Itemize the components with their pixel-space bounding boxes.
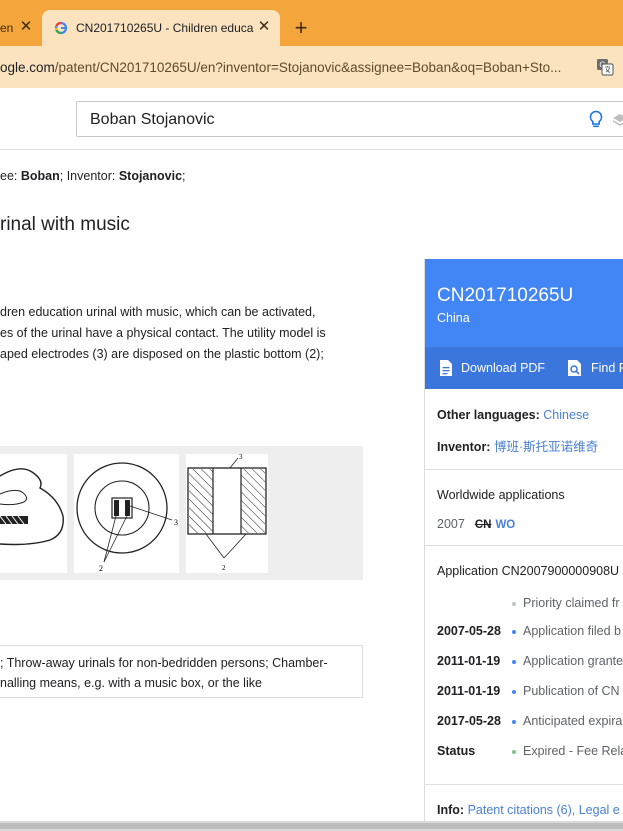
lightbulb-icon[interactable] (588, 110, 604, 130)
event-label[interactable]: Expired - Fee Rela (523, 744, 623, 758)
event-dot (512, 602, 516, 606)
application-heading: Application CN2007900000908U (437, 564, 620, 578)
patent-figure-2[interactable]: 3 2 (74, 454, 179, 573)
patent-figure-1[interactable] (0, 454, 67, 573)
figure-label: 3 (174, 518, 178, 527)
event-date: 2017-05-28 (437, 714, 501, 728)
url-text[interactable]: ogle.com/patent/CN201710265U/en?inventor… (0, 60, 561, 75)
event-label[interactable]: Anticipated expira (523, 714, 622, 728)
search-query-summary: ee: Boban; Inventor: Stojanovic; (0, 169, 186, 183)
event-dot (512, 690, 516, 694)
info-label: Info: (437, 803, 465, 817)
scrollbar-thumb[interactable] (0, 823, 623, 829)
close-tab-icon[interactable]: ✕ (256, 19, 272, 35)
figure-2-drawing: 3 2 (76, 462, 178, 573)
patent-figure-3[interactable]: 3 2 (186, 453, 268, 573)
find-prior-art-button[interactable]: Find P (567, 347, 623, 389)
event-row: Status Expired - Fee Rela (437, 744, 623, 760)
other-languages-label: Other languages: (437, 408, 540, 422)
ww-wo-link[interactable]: WO (495, 519, 515, 531)
event-label[interactable]: Application filed b (523, 624, 621, 638)
new-tab-button[interactable]: + (290, 17, 312, 40)
event-row: 2011-01-19 Publication of CN (437, 684, 623, 700)
event-label[interactable]: Application grante (523, 654, 623, 668)
assignee-prefix: ee: (0, 169, 21, 183)
other-languages-row: Other languages: Chinese (437, 408, 589, 422)
browser-tab-bar: en ✕ CN201710265U - Children educa ✕ + (0, 0, 623, 46)
panel-divider (425, 784, 623, 785)
figure-1-drawing (0, 468, 64, 546)
info-links[interactable]: Patent citations (6), Legal e (468, 803, 620, 817)
publication-country: China (437, 311, 470, 325)
url-path: /patent/CN201710265U/en?inventor=Stojano… (54, 60, 562, 75)
figure-label: 2 (99, 564, 103, 573)
figure-label: 2 (222, 564, 226, 572)
event-date: 2007-05-28 (437, 624, 501, 638)
panel-divider (425, 469, 623, 470)
panel-actions: Download PDF Find P (425, 347, 623, 389)
event-dot (512, 660, 516, 664)
browser-tab-previous[interactable]: en ✕ (0, 10, 40, 46)
query-suffix: ; (182, 169, 186, 183)
layers-icon[interactable] (612, 112, 623, 128)
inventor-value: Stojanovic (118, 169, 183, 183)
abstract-line: dren education urinal with music, which … (0, 305, 316, 319)
ww-year: 2007 (437, 517, 465, 531)
google-favicon-icon (54, 21, 68, 35)
event-row: Priority claimed fr (437, 596, 623, 612)
ww-cn-link[interactable]: CN (475, 519, 492, 531)
inventor-link[interactable]: 博班·斯托亚诺维奇 (494, 440, 598, 454)
event-date: 2011-01-19 (437, 684, 501, 698)
download-pdf-button[interactable]: Download PDF (439, 347, 545, 389)
event-dot (512, 750, 516, 754)
search-box[interactable]: Boban Stojanovic (76, 101, 623, 137)
event-row: 2011-01-19 Application grante (437, 654, 623, 670)
publication-number: CN201710265U (437, 285, 574, 306)
horizontal-scrollbar[interactable] (0, 821, 623, 831)
translate-icon[interactable]: G (596, 58, 614, 76)
close-tab-icon[interactable]: ✕ (18, 19, 34, 35)
event-row: 2017-05-28 Anticipated expira (437, 714, 623, 730)
download-pdf-label: Download PDF (461, 361, 546, 375)
figure-label: 3 (239, 454, 243, 461)
patent-info-panel: CN201710265U China Download PDF Find P O… (424, 259, 623, 831)
patent-title: rinal with music (0, 214, 130, 235)
patent-abstract: dren education urinal with music, which … (0, 302, 350, 365)
assignee-value: Boban (20, 169, 60, 183)
url-domain: ogle.com (0, 60, 55, 75)
find-document-icon (568, 360, 581, 376)
event-dot (512, 630, 516, 634)
event-label[interactable]: Publication of CN (523, 684, 620, 698)
worldwide-applications-row: 2007 CN WO (437, 517, 515, 531)
inventor-label: Inventor: (437, 440, 491, 454)
event-date: Status (437, 744, 476, 758)
pdf-file-icon (440, 360, 452, 376)
figure-3-drawing: 3 2 (187, 453, 267, 572)
patent-figures-strip: 3 2 3 2 (0, 446, 363, 580)
search-input[interactable]: Boban Stojanovic (90, 111, 215, 129)
inventor-row: Inventor: 博班·斯托亚诺维奇 (437, 436, 598, 455)
event-label[interactable]: Priority claimed fr (523, 596, 620, 610)
classification-line: ; Throw-away urinals for non-bedridden p… (0, 656, 328, 670)
other-languages-link[interactable]: Chinese (543, 408, 589, 422)
browser-address-bar[interactable]: ogle.com/patent/CN201710265U/en?inventor… (0, 46, 623, 88)
event-date: 2011-01-19 (437, 654, 501, 668)
patents-header: Boban Stojanovic (0, 88, 623, 150)
browser-tab-active[interactable]: CN201710265U - Children educa ✕ (42, 10, 280, 46)
info-row: Info: Patent citations (6), Legal e (437, 803, 620, 817)
abstract-line: aped electrodes (3) are disposed on the … (0, 347, 324, 361)
find-prior-art-label: Find P (591, 361, 623, 375)
event-dot (512, 720, 516, 724)
panel-header: CN201710265U China (425, 259, 623, 347)
classification-box: ; Throw-away urinals for non-bedridden p… (0, 645, 363, 698)
classification-line: nalling means, e.g. with a music box, or… (0, 676, 262, 690)
panel-divider (425, 545, 623, 546)
worldwide-applications-heading: Worldwide applications (437, 488, 565, 502)
abstract-line: es of the urinal have a physical contact… (0, 326, 326, 340)
event-row: 2007-05-28 Application filed b (437, 624, 623, 640)
inventor-prefix: ; Inventor: (59, 169, 119, 183)
tab-title: CN201710265U - Children educa (76, 21, 254, 35)
tab-title: en (0, 21, 14, 35)
